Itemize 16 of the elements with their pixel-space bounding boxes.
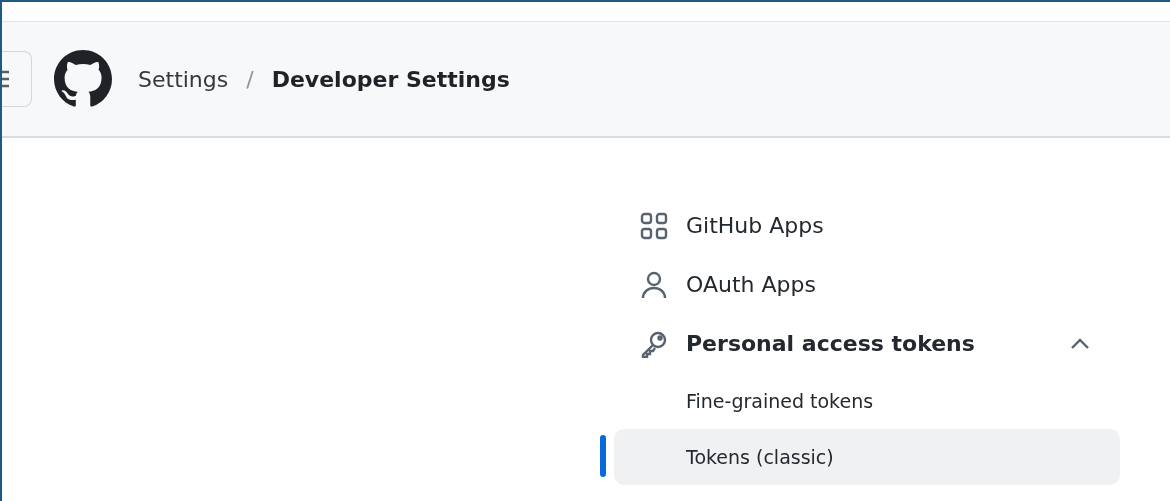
apps-grid-icon	[640, 211, 668, 240]
breadcrumb-link[interactable]: Settings	[138, 62, 229, 96]
sidebar-subitem[interactable]: Tokens (classic)	[614, 429, 1120, 485]
sidebar-subitem[interactable]: Fine-grained tokens	[614, 373, 1120, 429]
octocat-logo[interactable]	[54, 50, 112, 108]
chevron-up-icon	[1070, 337, 1090, 350]
breadcrumb-separator: /	[246, 65, 254, 94]
key-icon	[640, 329, 668, 358]
person-icon	[640, 270, 668, 299]
sidebar-item[interactable]: Personal access tokens	[614, 314, 1120, 373]
menu-button[interactable]	[2, 51, 32, 107]
selection-indicator	[600, 435, 606, 477]
sidebar-item[interactable]: GitHub Apps	[614, 196, 1120, 255]
sidebar-item[interactable]: OAuth Apps	[614, 255, 1120, 314]
current-page-title[interactable]: Developer Settings	[271, 62, 510, 96]
menu-icon	[2, 68, 10, 90]
